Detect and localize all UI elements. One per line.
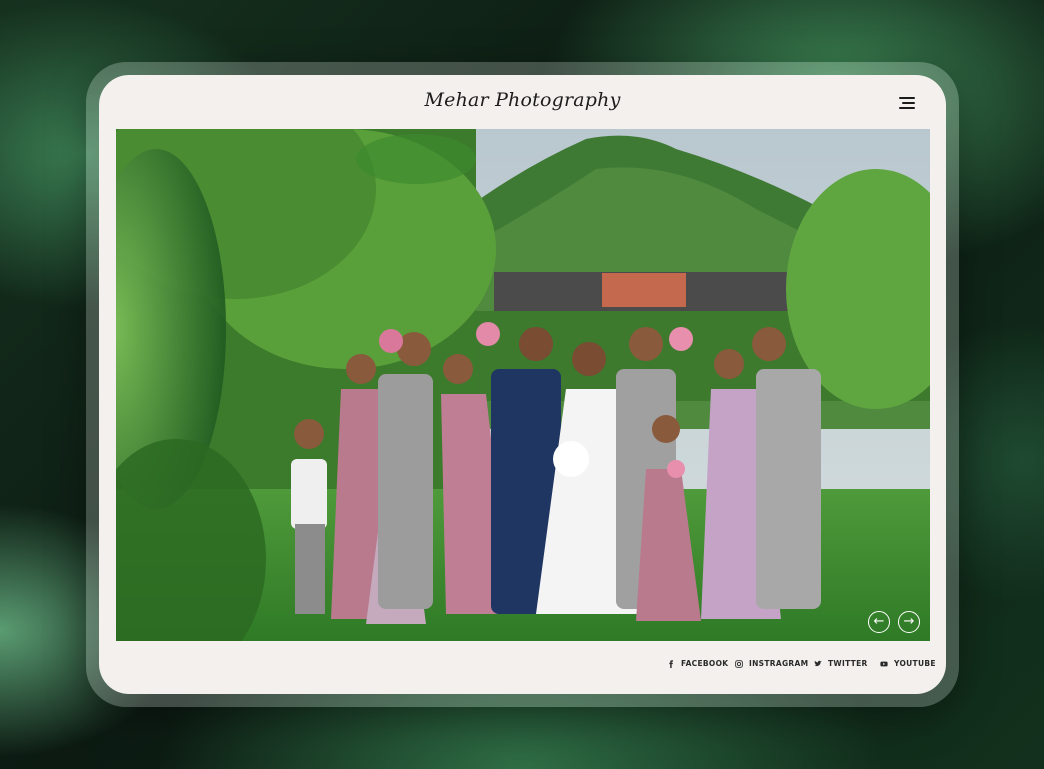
social-link-instagram[interactable]: INSTRAGRAM	[735, 659, 808, 668]
social-label: FACEBOOK	[681, 659, 729, 668]
social-link-youtube[interactable]: YOUTUBE	[880, 659, 936, 668]
social-link-facebook[interactable]: FACEBOOK	[667, 659, 728, 668]
hamburger-menu-icon[interactable]	[894, 95, 918, 111]
website-screen: Mehar Photography ← → FACEBOOK INSTRAGRA…	[99, 75, 946, 694]
social-label: INSTRAGRAM	[749, 659, 809, 668]
hero-photo: ← →	[116, 129, 930, 641]
twitter-icon	[814, 660, 822, 666]
facebook-icon	[669, 659, 673, 668]
social-label: YOUTUBE	[894, 659, 936, 668]
social-link-twitter[interactable]: TWITTER	[814, 659, 868, 668]
instagram-icon	[735, 659, 743, 668]
social-label: TWITTER	[828, 659, 868, 668]
wedding-photo-image	[116, 129, 930, 641]
youtube-icon	[880, 661, 888, 666]
arrow-left-icon[interactable]: ←	[868, 611, 890, 633]
site-logo[interactable]: Mehar Photography	[99, 89, 946, 111]
arrow-right-icon[interactable]: →	[898, 611, 920, 633]
